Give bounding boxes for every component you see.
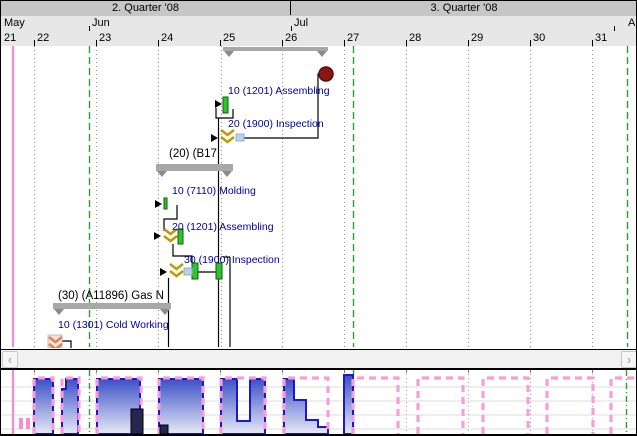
capacity-limit-outline	[611, 378, 637, 434]
week-label: 28	[409, 32, 421, 44]
relationship-connector	[173, 244, 192, 263]
capacity-limit-outline	[547, 378, 593, 434]
capacity-limit-outline	[483, 378, 528, 434]
operation-bar[interactable]	[178, 229, 183, 244]
input-arrow-icon	[154, 232, 161, 240]
operation-segment[interactable]	[236, 134, 244, 141]
week-row[interactable]: 21 22 23 24 25 26 27 28 29 30 31	[1, 31, 637, 47]
gantt-graphics	[1, 46, 637, 348]
operation-bar[interactable]	[223, 97, 228, 113]
quarter-row[interactable]: 2. Quarter '083. Quarter '08	[1, 1, 637, 17]
week-label: 21	[4, 32, 16, 44]
input-arrow-icon	[211, 134, 218, 142]
summary-end-triangle	[54, 309, 64, 315]
operation-segment[interactable]	[184, 268, 192, 275]
month-label: A	[628, 17, 635, 29]
quarter-cell: 2. Quarter '08	[1, 1, 291, 15]
capacity-load-area[interactable]	[34, 379, 53, 434]
summary-end-triangle	[317, 51, 327, 57]
week-label: 23	[99, 32, 111, 44]
secondary-load-bar[interactable]	[131, 409, 143, 434]
week-label: 24	[161, 32, 173, 44]
pink-mini-bar	[26, 418, 30, 429]
setup-chevron-icon[interactable]	[170, 264, 183, 276]
summary-end-triangle	[222, 171, 232, 177]
week-label: 27	[347, 32, 359, 44]
month-row[interactable]: May Jun Jul A	[1, 16, 637, 32]
quarter-cell: 3. Quarter '08	[291, 1, 637, 15]
week-label: 22	[37, 32, 49, 44]
week-label: 26	[285, 32, 297, 44]
chevron-right-icon: ›	[627, 352, 631, 367]
secondary-load-bar[interactable]	[160, 425, 168, 434]
gantt-chart-area[interactable]: 10 (1201) Assembling20 (1900) Inspection…	[1, 46, 637, 348]
histogram-graphics	[1, 370, 637, 434]
order-summary-bar[interactable]	[156, 164, 233, 171]
resource-load-histogram[interactable]	[1, 370, 637, 436]
order-milestone-icon[interactable]	[319, 67, 333, 81]
scroll-left-button[interactable]: ‹	[2, 351, 18, 368]
month-label: May	[4, 17, 25, 29]
horizontal-scrollbar[interactable]: ‹ ›	[1, 349, 637, 370]
scroll-right-button[interactable]: ›	[621, 351, 637, 368]
relationship-connector	[244, 74, 319, 138]
week-label: 25	[223, 32, 235, 44]
capacity-limit-outline	[353, 378, 398, 434]
setup-chevron-icon[interactable]	[164, 229, 177, 241]
month-label: Jun	[92, 17, 110, 29]
operation-bar[interactable]	[192, 263, 198, 279]
input-arrow-icon	[215, 100, 222, 108]
setup-chevron-icon[interactable]	[221, 130, 234, 142]
week-label: 31	[595, 32, 607, 44]
summary-end-triangle	[224, 51, 234, 57]
week-label: 30	[533, 32, 545, 44]
chevron-left-icon: ‹	[8, 352, 12, 367]
operation-bar[interactable]	[164, 198, 167, 209]
capacity-limit-outline	[418, 378, 463, 434]
pink-mini-bar	[19, 418, 23, 429]
planning-board-window: 2. Quarter '083. Quarter '08 MayJunJulA …	[0, 0, 637, 436]
time-scale[interactable]: 2. Quarter '083. Quarter '08 MayJunJulA …	[1, 1, 637, 46]
input-arrow-icon	[160, 268, 167, 276]
order-summary-bar[interactable]	[223, 47, 328, 51]
order-summary-bar[interactable]	[53, 303, 171, 309]
operation-bar[interactable]	[216, 263, 222, 279]
month-label: Jul	[294, 17, 308, 29]
relationship-connector	[62, 341, 71, 348]
week-label: 29	[471, 32, 483, 44]
